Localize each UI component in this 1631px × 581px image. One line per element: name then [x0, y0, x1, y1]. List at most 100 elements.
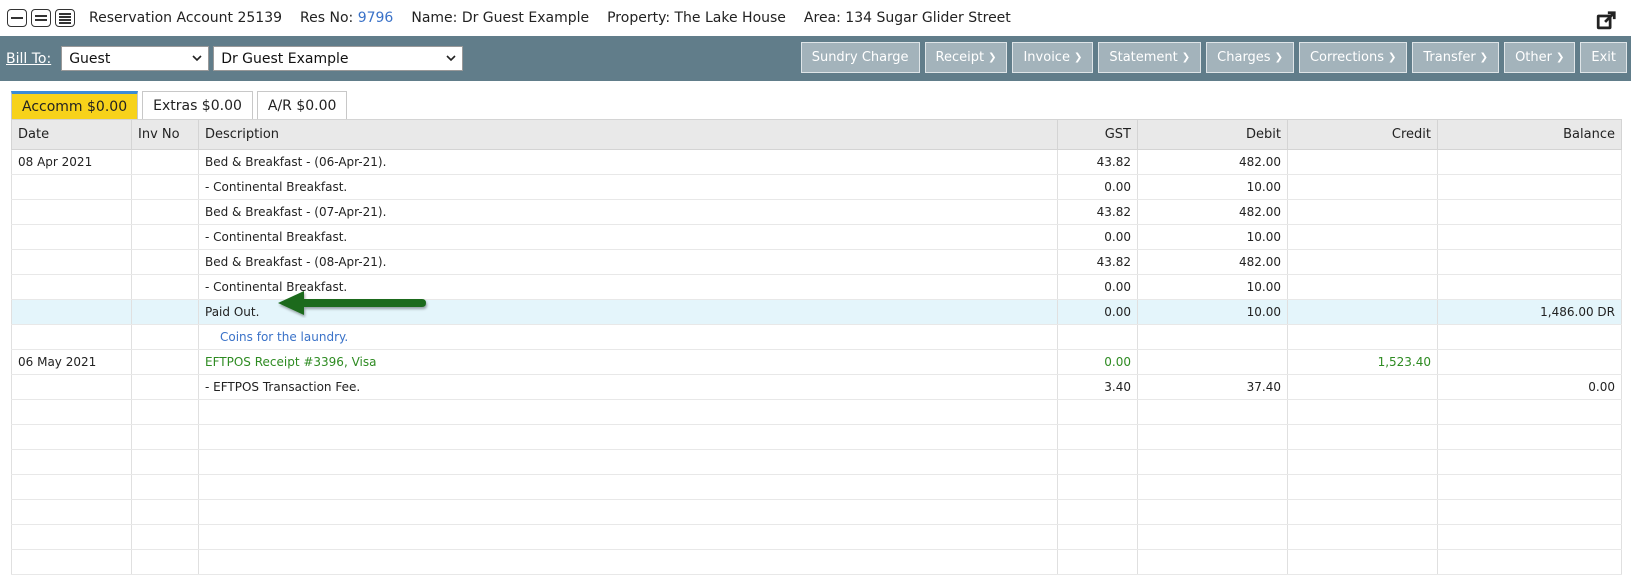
col-date[interactable]: Date: [11, 119, 132, 150]
table-row[interactable]: 08 Apr 2021 Bed & Breakfast - (06-Apr-21…: [11, 149, 1622, 175]
cell-credit: 1,523.40: [1287, 349, 1438, 375]
cell-inv: [131, 274, 199, 300]
exit-label: Exit: [1591, 50, 1616, 65]
table-row[interactable]: Bed & Breakfast - (07-Apr-21). 43.82 482…: [11, 199, 1622, 225]
cell-inv: [131, 249, 199, 275]
table-row[interactable]: Coins for the laundry.: [11, 324, 1622, 350]
view-normal-icon[interactable]: [31, 9, 51, 27]
cell-credit: [1287, 274, 1438, 300]
corrections-menu-button[interactable]: Corrections ❯: [1298, 42, 1408, 73]
tab-extras[interactable]: Extras $0.00: [142, 91, 253, 119]
area-name: Area: 134 Sugar Glider Street: [803, 10, 1011, 26]
col-balance[interactable]: Balance: [1437, 119, 1622, 150]
statement-menu-button[interactable]: Statement ❯: [1098, 42, 1202, 73]
res-no-link[interactable]: 9796: [358, 10, 394, 26]
cell-gst: 43.82: [1057, 149, 1138, 175]
chevron-down-icon: ❯: [1388, 52, 1397, 63]
cell-balance: [1437, 349, 1622, 375]
view-compact-icon[interactable]: [7, 9, 27, 27]
col-gst[interactable]: GST: [1057, 119, 1138, 150]
empty-row: [11, 549, 1622, 575]
empty-row: [11, 399, 1622, 425]
bill-to-link[interactable]: Bill To:: [6, 51, 51, 67]
cell-date: [11, 274, 132, 300]
cell-date: 06 May 2021: [11, 349, 132, 375]
cell-balance: [1437, 199, 1622, 225]
cell-gst: 0.00: [1057, 174, 1138, 200]
transactions-table: Date Inv No Description GST Debit Credit…: [11, 119, 1622, 575]
cell-debit: [1137, 324, 1288, 350]
action-buttons: Sundry Charge Receipt ❯ Invoice ❯ Statemen…: [800, 42, 1627, 73]
sundry-charge-label: Sundry Charge: [811, 50, 909, 65]
arrow-icon: [278, 291, 426, 315]
guest-name: Name: Dr Guest Example: [411, 10, 590, 26]
chevron-down-icon: ❯: [988, 52, 997, 63]
tab-accomm[interactable]: Accomm $0.00: [11, 91, 139, 119]
cell-desc: Bed & Breakfast - (08-Apr-21).: [198, 249, 1058, 275]
charges-menu-button[interactable]: Charges ❯: [1206, 42, 1294, 73]
col-credit[interactable]: Credit: [1287, 119, 1438, 150]
cell-debit: 482.00: [1137, 149, 1288, 175]
table-row[interactable]: - Continental Breakfast. 0.00 10.00: [11, 174, 1622, 200]
empty-row: [11, 474, 1622, 500]
other-menu-button[interactable]: Other ❯: [1504, 42, 1576, 73]
cell-date: [11, 324, 132, 350]
bill-to-name-select[interactable]: Dr Guest Example: [213, 46, 464, 71]
chevron-down-icon: ❯: [1274, 52, 1283, 63]
bill-to-name-value: Dr Guest Example: [221, 50, 349, 67]
receipt-label: Receipt: [935, 50, 985, 65]
cell-gst: 0.00: [1057, 349, 1138, 375]
table-row[interactable]: - Continental Breakfast. 0.00 10.00: [11, 274, 1622, 300]
cell-inv: [131, 199, 199, 225]
col-description[interactable]: Description: [198, 119, 1058, 150]
table-row[interactable]: Bed & Breakfast - (08-Apr-21). 43.82 482…: [11, 249, 1622, 275]
cell-date: [11, 174, 132, 200]
cell-date: [11, 299, 132, 325]
cell-debit: 10.00: [1137, 224, 1288, 250]
account-title: Reservation Account 25139: [89, 10, 283, 26]
charges-label: Charges: [1217, 50, 1271, 65]
cell-debit: 10.00: [1137, 299, 1288, 325]
cell-inv: [131, 349, 199, 375]
table-row[interactable]: 06 May 2021 EFTPOS Receipt #3396, Visa 0…: [11, 349, 1622, 375]
view-expanded-icon[interactable]: [55, 9, 75, 27]
chevron-down-icon: [192, 55, 202, 62]
cell-credit: [1287, 199, 1438, 225]
table-row-selected[interactable]: Paid Out. 0.00 10.00 1,486.00 DR: [11, 299, 1622, 325]
corrections-label: Corrections: [1309, 50, 1384, 65]
sundry-charge-button[interactable]: Sundry Charge: [800, 42, 920, 73]
empty-row: [11, 524, 1622, 550]
exit-button[interactable]: Exit: [1580, 42, 1627, 73]
billing-toolbar: Bill To: Guest Dr Guest Example Sundry C…: [0, 36, 1631, 81]
cell-balance: [1437, 224, 1622, 250]
statement-label: Statement: [1109, 50, 1178, 65]
transfer-menu-button[interactable]: Transfer ❯: [1412, 42, 1500, 73]
cell-gst: 0.00: [1057, 224, 1138, 250]
bill-to-type-select[interactable]: Guest: [61, 46, 210, 71]
cell-gst: 3.40: [1057, 374, 1138, 400]
cell-debit: 482.00: [1137, 199, 1288, 225]
table-header-row: Date Inv No Description GST Debit Credit…: [11, 119, 1622, 150]
cell-balance: [1437, 274, 1622, 300]
empty-row: [11, 424, 1622, 450]
invoice-menu-button[interactable]: Invoice ❯: [1012, 42, 1094, 73]
cell-credit: [1287, 224, 1438, 250]
tab-ar[interactable]: A/R $0.00: [256, 91, 348, 119]
cell-desc: Bed & Breakfast - (06-Apr-21).: [198, 149, 1058, 175]
col-inv-no[interactable]: Inv No: [131, 119, 199, 150]
cell-credit: [1287, 149, 1438, 175]
receipt-menu-button[interactable]: Receipt ❯: [924, 42, 1008, 73]
external-link-icon[interactable]: [1595, 10, 1617, 32]
col-debit[interactable]: Debit: [1137, 119, 1288, 150]
table-row[interactable]: - EFTPOS Transaction Fee. 3.40 37.40 0.0…: [11, 374, 1622, 400]
cell-gst: 43.82: [1057, 249, 1138, 275]
cell-inv: [131, 149, 199, 175]
invoice-label: Invoice: [1023, 50, 1070, 65]
res-no-label: Res No:: [300, 10, 354, 26]
reservation-header: Reservation Account 25139 Res No: 9796 N…: [0, 0, 1631, 36]
cell-debit: 482.00: [1137, 249, 1288, 275]
table-row[interactable]: - Continental Breakfast. 0.00 10.00: [11, 224, 1622, 250]
cell-inv: [131, 299, 199, 325]
transfer-label: Transfer: [1423, 50, 1476, 65]
cell-desc: - Continental Breakfast.: [198, 174, 1058, 200]
